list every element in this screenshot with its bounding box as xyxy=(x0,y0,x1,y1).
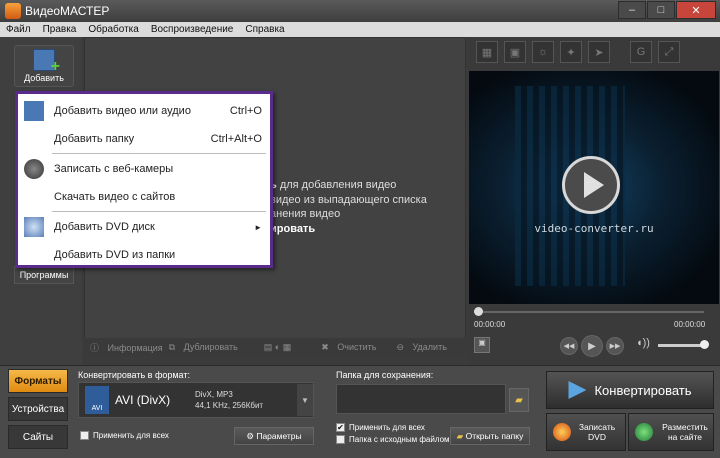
volume-icon[interactable]: ◖)) xyxy=(636,337,650,349)
seek-bar[interactable] xyxy=(474,311,704,313)
play-icon xyxy=(584,172,604,198)
save-apply-all[interactable]: ✔ Применить для всех xyxy=(336,423,425,432)
video-add-icon xyxy=(24,101,44,121)
preview-play-button[interactable] xyxy=(562,156,620,214)
menu-item-add-folder[interactable]: Добавить папку Ctrl+Alt+O xyxy=(18,125,270,153)
add-button[interactable]: Добавить xyxy=(14,45,74,87)
convert-icon xyxy=(568,381,587,399)
minimize-button[interactable]: – xyxy=(618,1,646,19)
params-button[interactable]: ⚙ Параметры xyxy=(234,427,314,445)
menu-item-webcam[interactable]: Записать с веб-камеры xyxy=(18,155,270,183)
checkbox[interactable] xyxy=(80,431,89,440)
menu-item-add-dvd[interactable]: Добавить DVD диск ► xyxy=(18,213,270,241)
open-folder-button[interactable]: ▰ Открыть папку xyxy=(450,427,530,445)
format-name: AVI (DivX) xyxy=(115,393,171,407)
view-toggle[interactable]: ▤ ◐ ▦ xyxy=(264,342,291,353)
seek-handle[interactable] xyxy=(474,307,483,316)
folder-icon[interactable]: ▰ xyxy=(509,388,529,412)
duplicate-button[interactable]: ⧉ Дублировать xyxy=(169,342,238,353)
avi-format-icon: AVI xyxy=(85,386,109,414)
menu-edit[interactable]: Правка xyxy=(43,24,77,35)
window-title: ВидеоМАСТЕР xyxy=(25,4,110,18)
save-path-field[interactable] xyxy=(336,384,506,414)
chevron-down-icon[interactable]: ▼ xyxy=(297,384,313,416)
webcam-icon xyxy=(24,159,44,179)
stabilize-icon[interactable]: ▣ xyxy=(504,41,526,63)
tab-sites[interactable]: Сайты xyxy=(8,425,68,449)
add-video-icon xyxy=(33,49,60,76)
rewind-button[interactable]: ◀◀ xyxy=(560,337,578,355)
source-folder-checkbox[interactable]: Папка с исходным файлом xyxy=(336,435,450,444)
globe-icon xyxy=(635,423,653,441)
tab-formats[interactable]: Форматы xyxy=(8,369,68,393)
forward-button[interactable]: ▶▶ xyxy=(606,337,624,355)
snapshot-button[interactable]: ▣ xyxy=(474,337,490,353)
speed-icon[interactable]: ➤ xyxy=(588,41,610,63)
empty-list-hint: ь для добавления видео видео из выпадающ… xyxy=(270,179,427,235)
close-button[interactable]: ✕ xyxy=(676,1,716,19)
checkbox[interactable] xyxy=(336,435,345,444)
file-actions-bar: ⓘ Информация ⧉ Дублировать ▤ ◐ ▦ ✖ Очист… xyxy=(84,338,466,356)
edit-tools: ▦ ▣ ☼ ✦ ➤ G ⤢ xyxy=(470,41,718,65)
effects-icon[interactable]: ✦ xyxy=(560,41,582,63)
maximize-button[interactable]: □ xyxy=(647,1,675,19)
menu-playback[interactable]: Воспроизведение xyxy=(151,24,234,35)
format-label: Конвертировать в формат: xyxy=(78,370,190,380)
add-dropdown-menu: Добавить видео или аудио Ctrl+O Добавить … xyxy=(15,91,273,268)
crop-icon[interactable]: ▦ xyxy=(476,41,498,63)
time-end: 00:00:00 xyxy=(674,320,706,329)
menu-bar: Файл Правка Обработка Воспроизведение Сп… xyxy=(0,22,720,37)
title-bar: ВидеоМАСТЕР – □ ✕ xyxy=(0,0,720,22)
publish-button[interactable]: Разместить на сайте xyxy=(628,413,714,451)
delete-button[interactable]: ⊖ Удалить xyxy=(396,342,446,353)
app-logo-icon xyxy=(5,3,21,19)
playback-controls: ◀◀ ▶ ▶▶ xyxy=(560,335,624,357)
menu-help[interactable]: Справка xyxy=(245,24,284,35)
preview-watermark: video-converter.ru xyxy=(534,222,654,235)
time-start: 00:00:00 xyxy=(474,320,506,329)
dvd-disc-icon xyxy=(24,217,44,237)
format-specs: DivX, MP3 44,1 KHz, 256Кбит xyxy=(195,390,264,410)
clear-button[interactable]: ✖ Очистить xyxy=(321,342,376,353)
fullscreen-icon[interactable]: ⤢ xyxy=(658,41,680,63)
info-button[interactable]: ⓘ Информация xyxy=(90,341,163,354)
menu-item-add-video[interactable]: Добавить видео или аудио Ctrl+O xyxy=(18,97,270,125)
play-button[interactable]: ▶ xyxy=(581,335,603,357)
tab-devices[interactable]: Устройства xyxy=(8,397,68,421)
burn-dvd-button[interactable]: Записать DVD xyxy=(546,413,626,451)
convert-button[interactable]: Конвертировать xyxy=(546,371,714,409)
volume-handle[interactable] xyxy=(700,340,709,349)
dvd-icon xyxy=(553,423,571,441)
checkbox-checked[interactable]: ✔ xyxy=(336,423,345,432)
brightness-icon[interactable]: ☼ xyxy=(532,41,554,63)
gif-icon[interactable]: G xyxy=(630,41,652,63)
format-apply-all[interactable]: Применить для всех xyxy=(80,431,169,440)
menu-item-add-dvd-folder[interactable]: Добавить DVD из папки xyxy=(18,241,270,269)
format-selector[interactable]: AVI AVI (DivX) DivX, MP3 44,1 KHz, 256Кби… xyxy=(78,382,314,418)
menu-processing[interactable]: Обработка xyxy=(88,24,138,35)
menu-item-download[interactable]: Скачать видео с сайтов xyxy=(18,183,270,211)
save-folder-label: Папка для сохранения: xyxy=(336,370,434,380)
menu-file[interactable]: Файл xyxy=(6,24,31,35)
